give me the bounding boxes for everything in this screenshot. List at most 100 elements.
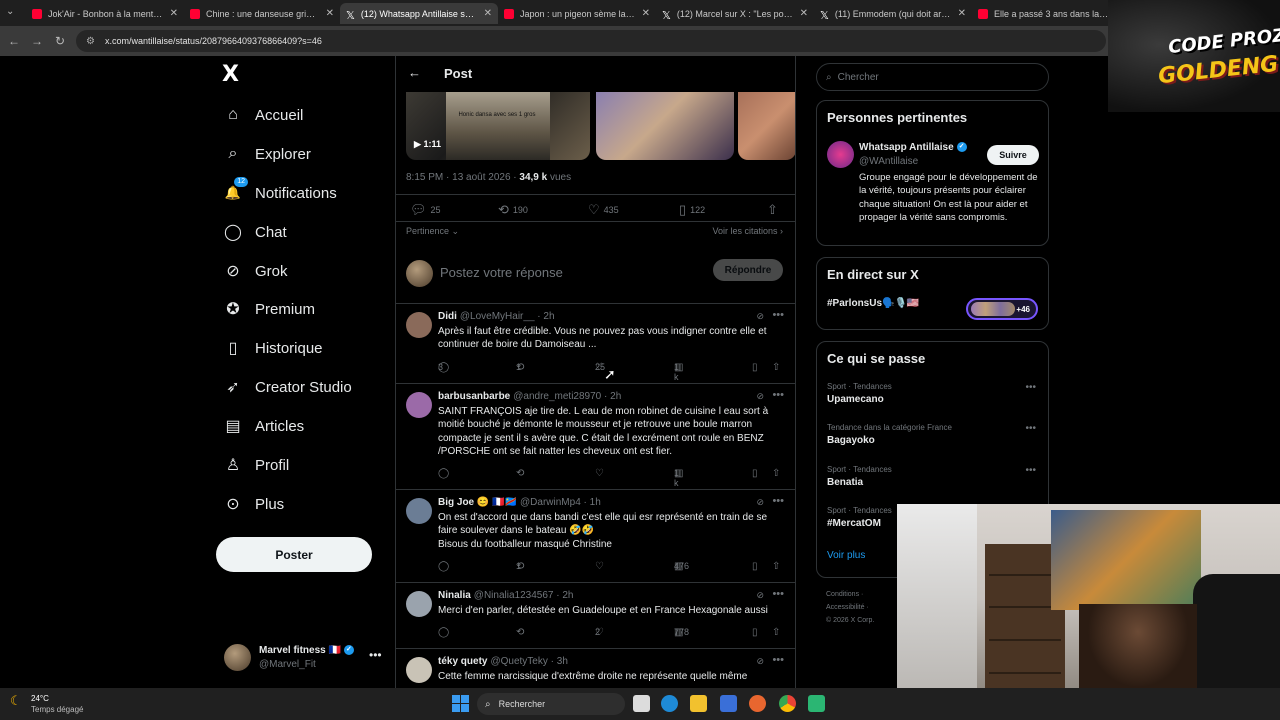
more-dots-icon[interactable]: ••• [1025,382,1036,393]
reply-item[interactable]: Big Joe 😊 🇫🇷🇨🇩 @DarwinMp4 · 1h ⊘ ••• On es… [396,490,795,583]
bookmark-icon: ▯ [752,362,758,373]
forward-arrow-icon[interactable]: → [31,34,43,48]
taskbar-search[interactable]: ⌕ Rechercher [477,693,625,715]
footer-link[interactable]: Conditions · [826,588,906,601]
reply-author[interactable]: Big Joe 😊 🇫🇷🇨🇩 [438,497,517,508]
share-action[interactable]: ⇧ [767,202,782,218]
windows-start-icon[interactable] [452,695,469,712]
reply-avatar[interactable] [406,312,432,338]
more-dots-icon[interactable]: ••• [1025,423,1036,434]
nav-home[interactable]: ⌂ Accueil [222,100,303,130]
account-switcher[interactable]: Marvel fitness 🇫🇷 ✓ @Marvel_Fit ••• [224,643,384,673]
reply-item[interactable]: Didi @LoveMyHair__ · 2h ⊘ ••• Après il fau… [396,304,795,384]
follow-button[interactable]: Suivre [987,145,1039,165]
more-dots-icon[interactable]: ••• [772,654,784,666]
media-image[interactable] [738,92,795,160]
x-logo-icon[interactable]: X [222,62,239,87]
reply-action[interactable]: 💬︎ 25 [410,202,441,218]
nav-explore[interactable]: ⌕ Explorer [222,139,311,169]
nav-profile[interactable]: ♙ Profil [222,450,289,480]
reply-author[interactable]: Ninalia [438,590,471,601]
site-info-icon[interactable]: ⚙ [86,36,95,47]
browser-tab[interactable]: Jok'Air - Bonbon à la menthe Ft ✕ [26,3,184,24]
nav-notifications[interactable]: 🔔 12 Notifications [222,177,337,208]
nav-articles[interactable]: ▤ Articles [222,411,304,441]
live-space-title[interactable]: #ParlonsUs🗣️🎙️🇺🇸 [827,298,919,309]
reply-author[interactable]: barbusanbarbe [438,391,510,402]
weather-widget[interactable]: ☾ 24°C Temps dégagé [10,693,83,715]
close-tab-icon[interactable]: ✕ [326,8,334,19]
reply-author[interactable]: téky quety [438,656,487,667]
reload-icon[interactable]: ↻ [55,34,65,48]
browser-tab[interactable]: Japon : un pigeon sème la pani ✕ [498,3,656,24]
more-dots-icon[interactable]: ••• [772,588,784,600]
sort-dropdown[interactable]: Pertinence ⌄ [406,226,459,237]
grok-icon[interactable]: ⊘ [756,656,764,667]
trend-item[interactable]: Sport · Tendances Upamecano ••• [827,382,1042,405]
browser-tab-active[interactable]: 𝕏 (12) Whatsapp Antillaise sur X ✕ [340,3,498,24]
reply-item[interactable]: barbusanbarbe @andre_meti28970 · 2h ⊘ ••• … [396,384,795,490]
app-icon[interactable] [808,695,825,712]
trend-item[interactable]: Tendance dans la catégorie France Bagayok… [827,423,1042,446]
bookmark-action[interactable]: ▯ 122 [679,202,705,218]
task-view-icon[interactable] [633,695,650,712]
live-listeners-pill[interactable]: +46 [966,298,1038,320]
nav-grok[interactable]: ⊘ Grok [222,256,287,286]
firefox-icon[interactable] [749,695,766,712]
back-arrow-icon[interactable]: ← [8,34,20,48]
more-dots-icon[interactable]: ••• [772,495,784,507]
reply-handle: @Ninalia1234567 [473,590,554,601]
reply-avatar[interactable] [406,591,432,617]
show-more-link[interactable]: Voir plus [827,550,865,561]
close-tab-icon[interactable]: ✕ [170,8,178,19]
browser-tab[interactable]: 𝕏 (11) Emmodem (qui doit arrete ✕ [814,3,972,24]
store-icon[interactable] [720,695,737,712]
profile-name[interactable]: Whatsapp Antillaise ✓ [859,142,967,153]
live-card: En direct sur X #ParlonsUs🗣️🎙️🇺🇸 +46 [816,257,1049,330]
like-action[interactable]: ♡ 435 [588,202,619,218]
reply-item[interactable]: Ninalia @Ninalia1234567 · 2h ⊘ ••• Merci d… [396,583,795,649]
nav-chat[interactable]: ◯ Chat [222,217,287,247]
media-image[interactable] [596,92,734,160]
more-dots-icon[interactable]: ••• [1025,465,1036,476]
close-tab-icon[interactable]: ✕ [642,8,650,19]
nav-history[interactable]: ▯ Historique [222,333,323,363]
browser-tab[interactable]: Elle a passé 3 ans dans la mais✕ [972,3,1130,24]
close-tab-icon[interactable]: ✕ [484,8,492,19]
chrome-icon[interactable] [779,695,796,712]
nav-creator-studio[interactable]: ➶ Creator Studio [222,372,351,402]
nav-premium[interactable]: ✪ Premium [222,294,315,324]
quotes-link[interactable]: Voir les citations › [712,226,783,236]
reply-author[interactable]: Didi [438,311,457,322]
browser-tab[interactable]: Chine : une danseuse grièveme ✕ [184,3,340,24]
search-input[interactable]: ⌕ Chercher [816,63,1049,91]
tab-list-icon[interactable]: ⌄ [6,6,14,17]
grok-icon[interactable]: ⊘ [756,497,764,508]
close-tab-icon[interactable]: ✕ [958,8,966,19]
reply-avatar[interactable] [406,392,432,418]
close-tab-icon[interactable]: ✕ [800,8,808,19]
file-explorer-icon[interactable] [690,695,707,712]
reply-input[interactable]: Postez votre réponse [440,265,563,280]
nav-more[interactable]: ⊙ Plus [222,489,284,519]
grok-icon[interactable]: ⊘ [756,311,764,322]
url-field[interactable]: ⚙ x.com/wantillaise/status/20879664093768… [76,30,1106,52]
repost-action[interactable]: ⟲ 190 [498,202,528,218]
reply-button[interactable]: Répondre [713,259,783,281]
reply-icon: ◯ [438,561,450,572]
reply-avatar[interactable] [406,498,432,524]
media-video[interactable]: Honic dansa avec ses 1 gros ▶ 1:11 [406,92,590,160]
grok-icon[interactable]: ⊘ [756,391,764,402]
back-arrow-icon[interactable]: ← [408,65,421,80]
grok-icon[interactable]: ⊘ [756,590,764,601]
more-dots-icon[interactable]: ••• [369,648,382,662]
post-button[interactable]: Poster [216,537,372,572]
profile-avatar[interactable] [827,141,854,168]
more-dots-icon[interactable]: ••• [772,309,784,321]
more-dots-icon[interactable]: ••• [772,389,784,401]
browser-tab[interactable]: 𝕏 (12) Marcel sur X : "Les pompie ✕ [656,3,814,24]
trend-item[interactable]: Sport · Tendances Benatia ••• [827,465,1042,488]
footer-link[interactable]: Accessibilité · [826,601,906,614]
edge-icon[interactable] [661,695,678,712]
reply-avatar[interactable] [406,657,432,683]
